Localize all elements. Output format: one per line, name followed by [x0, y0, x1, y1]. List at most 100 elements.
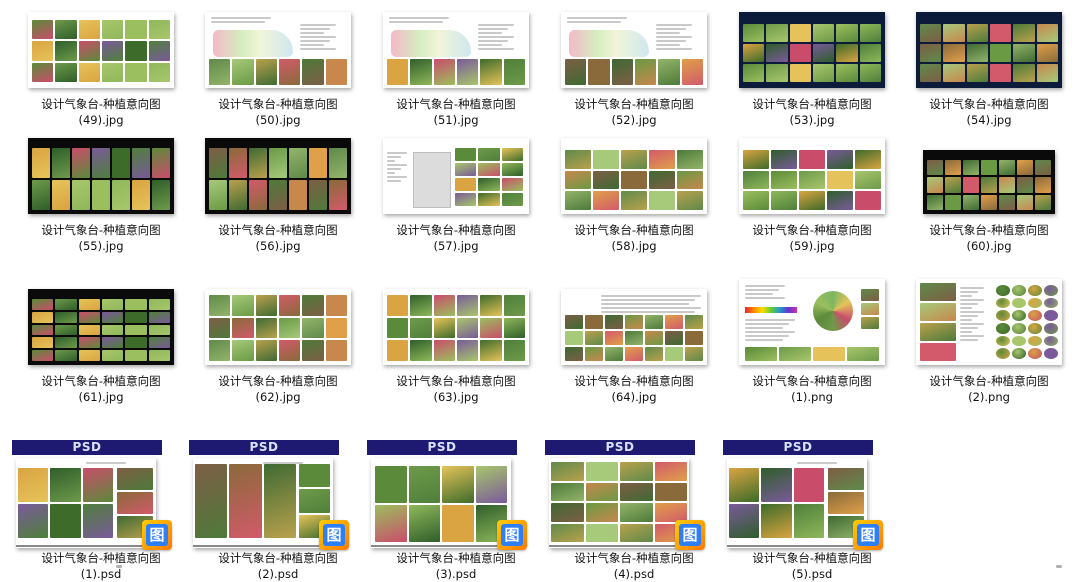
thumbnail-photo	[743, 170, 769, 190]
plan-drawing	[391, 30, 472, 58]
image-thumbnail	[383, 138, 529, 214]
thumbnail-photo	[455, 193, 477, 206]
thumbnail-photo	[82, 468, 114, 502]
thumbnail-photo	[255, 295, 277, 316]
file-tile[interactable]: 设计气象台-种植意向图 (54).jpg	[900, 6, 1078, 130]
thumbnail-photo	[501, 148, 523, 161]
file-tile[interactable]: 设计气象台-种植意向图 (57).jpg	[367, 132, 545, 256]
thumbnail-photo-grid	[387, 295, 525, 361]
file-thumbnail-area	[189, 6, 367, 88]
thumbnail-photo	[279, 59, 301, 85]
thumbnail-photo	[789, 44, 811, 62]
thumbnail-photo	[827, 191, 853, 210]
plan-drawing	[569, 30, 650, 58]
file-tile[interactable]: 设计气象台-种植意向图 (63).jpg	[367, 283, 545, 407]
thumbnail-photo	[966, 24, 988, 42]
plant-circle	[1012, 310, 1026, 321]
thumbnail-photo	[410, 340, 432, 361]
thumbnail-photo	[78, 299, 100, 310]
plant-circle	[1043, 348, 1058, 359]
file-thumbnail-area	[723, 132, 901, 214]
file-tile[interactable]: 设计气象台-种植意向图 (56).jpg	[189, 132, 367, 256]
thumbnail-photo	[966, 64, 988, 82]
thumbnail-photo	[478, 193, 500, 206]
file-name-extension: (60).jpg	[966, 239, 1012, 253]
thumbnail-photo	[779, 347, 811, 361]
image-thumbnail	[205, 138, 351, 214]
thumbnail-photo	[729, 468, 760, 502]
file-tile[interactable]: PSD 图设计气象台-种植意向图 (2).psd	[189, 440, 367, 581]
thumbnail-text-line	[299, 24, 336, 26]
file-tile[interactable]: 设计气象台-种植意向图 (53).jpg	[723, 6, 901, 130]
thumbnail-photo	[52, 180, 70, 210]
thumbnail-photo	[457, 59, 479, 85]
thumbnail-photo	[329, 148, 347, 178]
file-tile[interactable]: 设计气象台-种植意向图 (62).jpg	[189, 283, 367, 407]
image-thumbnail	[205, 289, 351, 365]
thumbnail-photo	[148, 299, 170, 310]
file-tile[interactable]: 设计气象台-种植意向图 (58).jpg	[545, 132, 723, 256]
thumbnail-photo	[249, 180, 267, 210]
thumbnail-photo	[645, 315, 663, 329]
thumbnail-photo	[52, 148, 70, 178]
file-tile[interactable]: PSD 图设计气象台-种植意向图 (4).psd	[545, 440, 723, 581]
file-name-line: 设计气象台-种植意向图	[752, 374, 872, 388]
thumbnail-text-line	[960, 323, 984, 325]
thumbnail-photo	[18, 468, 49, 502]
thumbnail-photo	[654, 503, 687, 522]
thumbnail-text-line	[86, 462, 126, 464]
thumbnail-photo	[761, 504, 792, 538]
thumbnail-photo	[148, 62, 170, 82]
thumbnail-text-line	[387, 176, 407, 178]
file-tile[interactable]: 设计气象台-种植意向图 (60).jpg	[900, 132, 1078, 256]
file-tile[interactable]: 设计气象台-种植意向图 (52).jpg	[545, 6, 723, 130]
file-name-extension: (4).psd	[613, 567, 655, 581]
thumbnail-photo	[501, 178, 523, 191]
file-thumbnail-area	[900, 279, 1078, 365]
thumbnail-photo	[255, 59, 277, 85]
file-name-line: 设计气象台-种植意向图	[752, 97, 872, 111]
file-tile[interactable]: 设计气象台-种植意向图 (50).jpg	[189, 6, 367, 130]
thumbnail-photo	[990, 64, 1012, 82]
thumbnail-photo	[32, 62, 54, 82]
image-thumbnail	[739, 279, 885, 365]
thumbnail-text-line	[960, 331, 972, 333]
thumbnail-photo	[82, 504, 114, 538]
thumbnail-photo	[645, 347, 663, 361]
thumbnail-photo	[1017, 177, 1033, 193]
file-tile[interactable]: 设计气象台-种植意向图 (2).png	[900, 279, 1078, 407]
file-tile[interactable]: PSD 图设计气象台-种植意向图 (1).psd	[12, 440, 190, 581]
file-tile[interactable]: PSD 图设计气象台-种植意向图 (5).psd	[723, 440, 901, 581]
thumbnail-photo	[813, 44, 835, 62]
file-tile[interactable]: 设计气象台-种植意向图 (49).jpg	[12, 6, 190, 130]
thumbnail-photo	[55, 62, 77, 82]
thumbnail-photo	[649, 150, 675, 169]
psd-label-banner: PSD	[367, 440, 517, 455]
thumbnail-photo	[789, 24, 811, 42]
thumbnail-photo	[585, 315, 603, 329]
file-tile[interactable]: 设计气象台-种植意向图 (59).jpg	[723, 132, 901, 256]
file-name-line: 设计气象台-种植意向图	[41, 374, 161, 388]
thumbnail-text-line	[960, 327, 978, 329]
file-tile[interactable]: 设计气象台-种植意向图 (51).jpg	[367, 6, 545, 130]
thumbnail-photo	[677, 191, 703, 210]
thumbnail-photo	[645, 331, 663, 345]
thumbnail-photo	[745, 347, 777, 361]
thumbnail-photo	[605, 347, 623, 361]
image-thumbnail	[28, 289, 174, 365]
thumbnail-photo	[78, 337, 100, 349]
thumbnail-photo	[551, 482, 584, 501]
file-tile[interactable]: 设计气象台-种植意向图 (55).jpg	[12, 132, 190, 256]
thumbnail-photo	[1017, 194, 1033, 210]
thumbnail-photo	[963, 177, 979, 193]
thumbnail-photo	[408, 505, 440, 542]
thumbnail-photo	[585, 462, 618, 481]
thumbnail-photo	[799, 150, 825, 169]
file-tile[interactable]: PSD 图设计气象台-种植意向图 (3).psd	[367, 440, 545, 581]
file-tile[interactable]: 设计气象台-种植意向图 (64).jpg	[545, 283, 723, 407]
file-tile[interactable]: 设计气象台-种植意向图 (1).png	[723, 279, 901, 407]
thumbnail-text-line	[745, 335, 789, 337]
file-tile[interactable]: 设计气象台-种植意向图 (61).jpg	[12, 283, 190, 407]
file-name-label: 设计气象台-种植意向图 (63).jpg	[367, 373, 545, 405]
file-thumbnail-area	[367, 283, 545, 365]
